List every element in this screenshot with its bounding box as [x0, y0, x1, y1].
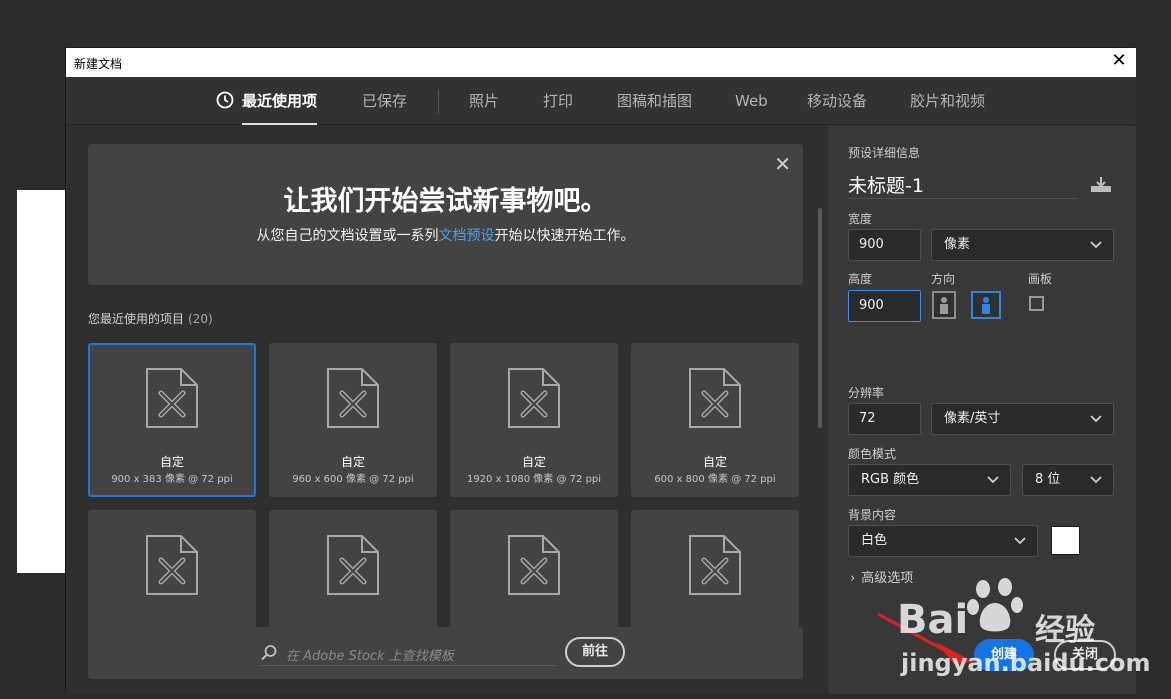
resolution-input[interactable]: 72: [848, 403, 921, 435]
landscape-orientation-icon[interactable]: [971, 291, 1001, 319]
document-icon: [146, 368, 198, 428]
recent-document-card[interactable]: 自定 960 x 600 像素 @ 72 ppi: [269, 343, 437, 497]
stock-search-bar: 在 Adobe Stock 上查找模板 前往: [88, 627, 803, 679]
card-size: 960 x 600 像素 @ 72 ppi: [292, 474, 414, 485]
dialog-titlebar: 新建文档 ✕: [66, 48, 1136, 77]
tab-mobile[interactable]: 移动设备: [807, 77, 867, 125]
background-label: 背景内容: [848, 508, 897, 522]
resolution-label: 分辨率: [848, 386, 885, 400]
banner-text-after: 开始以快速开始工作。: [494, 228, 635, 244]
portrait-orientation-icon[interactable]: [932, 291, 956, 319]
card-name: 自定: [521, 455, 546, 469]
stock-search-placeholder: 在 Adobe Stock 上查找模板: [286, 649, 454, 664]
category-tabs: 最近使用项 已保存 照片 打印 图稿和插图 Web 移动设备 胶片和视频: [66, 77, 1136, 125]
card-name: 自定: [702, 455, 727, 469]
baidu-jingyan-watermark: Bai 经验 jingyan.baidu.com: [895, 575, 1165, 695]
document-icon: [689, 368, 741, 428]
bit-depth-value: 8 位: [1035, 472, 1061, 487]
card-name: 自定: [340, 455, 365, 469]
background-value: 白色: [861, 533, 888, 548]
watermark-url: jingyan.baidu.com: [901, 649, 1151, 677]
background-canvas: [17, 190, 67, 573]
chevron-down-icon: [987, 476, 999, 484]
banner-heading: 让我们开始尝试新事物吧。: [283, 186, 608, 217]
chevron-down-icon: [1090, 241, 1102, 249]
orientation-label: 方向: [931, 272, 956, 286]
banner-text-before: 从您自己的文档设置或一系列: [256, 228, 439, 244]
resolution-unit-value: 像素/英寸: [944, 411, 1001, 426]
welcome-banner: ✕ 让我们开始尝试新事物吧。 从您自己的文档设置或一系列文档预设开始以快速开始工…: [88, 144, 803, 285]
bit-depth-select[interactable]: 8 位: [1022, 464, 1114, 496]
recent-document-card[interactable]: 自定 1920 x 1080 像素 @ 72 ppi: [450, 343, 618, 497]
tab-recent-label: 最近使用项: [242, 92, 318, 110]
height-label: 高度: [848, 272, 873, 286]
width-unit-select[interactable]: 像素: [931, 229, 1114, 261]
width-label: 宽度: [848, 212, 873, 226]
tab-film-video[interactable]: 胶片和视频: [910, 77, 985, 125]
chevron-down-icon: [1090, 415, 1102, 423]
width-unit-value: 像素: [944, 237, 971, 252]
tab-print[interactable]: 打印: [543, 77, 573, 125]
document-icon: [327, 368, 379, 428]
width-input[interactable]: 900: [848, 229, 921, 261]
recent-document-card[interactable]: 自定 600 x 800 像素 @ 72 ppi: [631, 343, 799, 497]
tab-recent[interactable]: 最近使用项: [216, 77, 318, 125]
preset-details-label: 预设详细信息: [848, 146, 921, 160]
banner-text: 从您自己的文档设置或一系列文档预设开始以快速开始工作。: [88, 225, 803, 245]
document-name-field[interactable]: 未标题-1: [848, 171, 1078, 199]
color-mode-value: RGB 颜色: [861, 472, 920, 487]
document-presets-link[interactable]: 文档预设: [439, 228, 495, 244]
color-mode-select[interactable]: RGB 颜色: [848, 464, 1011, 496]
banner-close-button[interactable]: ✕: [774, 152, 791, 176]
tab-art-illustration[interactable]: 图稿和插图: [617, 77, 692, 125]
dialog-close-button[interactable]: ✕: [1110, 52, 1128, 70]
color-mode-label: 颜色模式: [848, 447, 897, 461]
document-icon: [146, 535, 198, 595]
search-icon: [261, 645, 277, 661]
paw-logo-icon: [967, 578, 1023, 632]
tab-web[interactable]: Web: [735, 77, 768, 125]
chevron-down-icon: [1014, 537, 1026, 545]
card-name: 自定: [159, 455, 184, 469]
artboard-label: 画板: [1028, 272, 1053, 286]
clock-icon: [216, 91, 234, 109]
presets-pane: ✕ 让我们开始尝试新事物吧。 从您自己的文档设置或一系列文档预设开始以快速开始工…: [66, 126, 826, 694]
recent-document-card[interactable]: 自定 900 x 383 像素 @ 72 ppi: [88, 343, 256, 497]
card-size: 1920 x 1080 像素 @ 72 ppi: [466, 474, 602, 485]
go-button[interactable]: 前往: [565, 637, 625, 667]
presets-scrollbar[interactable]: [817, 208, 823, 688]
resolution-unit-select[interactable]: 像素/英寸: [931, 403, 1114, 435]
recent-items-label: 您最近使用的项目 (20): [88, 310, 213, 327]
tab-divider: [438, 89, 439, 113]
watermark-brand: Bai: [897, 597, 969, 643]
recent-items-count: (20): [188, 312, 213, 326]
card-size: 900 x 383 像素 @ 72 ppi: [111, 474, 233, 485]
height-input[interactable]: 900: [848, 290, 921, 322]
save-preset-icon[interactable]: [1090, 176, 1112, 194]
dialog-title: 新建文档: [74, 57, 123, 71]
scrollbar-thumb[interactable]: [818, 208, 822, 428]
document-icon: [508, 535, 560, 595]
tab-saved[interactable]: 已保存: [362, 77, 407, 125]
card-size: 600 x 800 像素 @ 72 ppi: [654, 474, 776, 485]
tab-photo[interactable]: 照片: [469, 77, 499, 125]
chevron-right-icon: ›: [850, 571, 856, 586]
chevron-down-icon: [1090, 476, 1102, 484]
background-color-swatch[interactable]: [1051, 526, 1080, 555]
background-select[interactable]: 白色: [848, 525, 1038, 557]
watermark-brand-suffix: 经验: [1035, 613, 1095, 648]
artboard-checkbox[interactable]: [1029, 296, 1044, 311]
recent-items-title: 您最近使用的项目: [88, 312, 185, 326]
document-icon: [508, 368, 560, 428]
active-tab-underline: [242, 123, 318, 125]
document-icon: [327, 535, 379, 595]
document-icon: [689, 535, 741, 595]
stock-search-input[interactable]: 在 Adobe Stock 上查找模板: [260, 642, 556, 666]
